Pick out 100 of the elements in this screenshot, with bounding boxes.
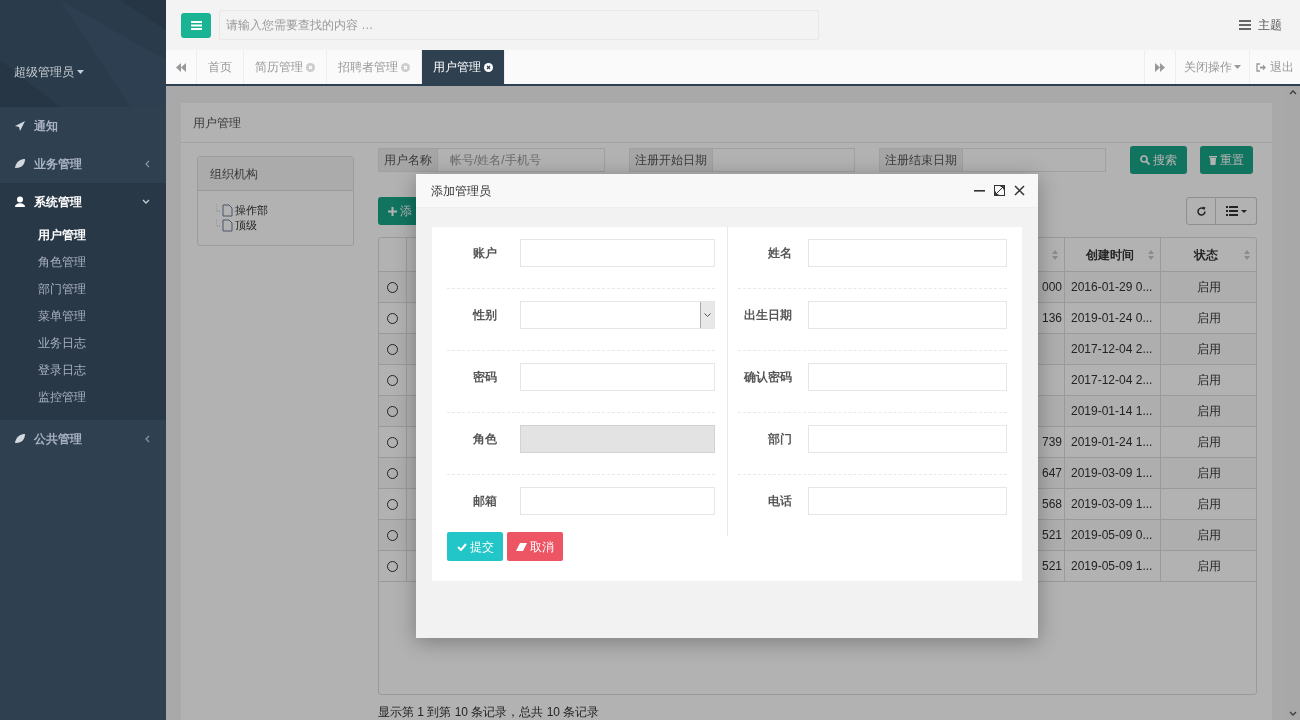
input-field[interactable]: [808, 301, 1007, 329]
table-cell-text: 2017-12-04 2...: [1071, 372, 1153, 389]
field-label: 性别: [471, 307, 497, 324]
caret-icon: [77, 69, 84, 74]
table-cell-text: 启用: [1196, 310, 1221, 327]
table-cell-text: 启用: [1196, 465, 1221, 482]
file-icon: [216, 219, 233, 232]
field-label: 角色: [472, 431, 497, 448]
table-cell-text: 启用: [1196, 434, 1221, 451]
logout-icon: [1256, 62, 1266, 72]
table-cell-text: 2019-03-09 1...: [1071, 465, 1153, 482]
field-label: 邮箱: [472, 493, 497, 510]
column-header[interactable]: 创建时间: [1071, 245, 1148, 264]
filter-field[interactable]: [713, 148, 855, 172]
column-header[interactable]: 状态: [1167, 245, 1244, 264]
table-cell-text: 2019-05-09 1...: [1071, 558, 1153, 575]
table-cell-text: 647: [1041, 465, 1062, 482]
field-label: 出生日期: [743, 307, 792, 324]
filter-field[interactable]: [963, 148, 1106, 172]
maximize-icon: [994, 185, 1005, 196]
close-button[interactable]: [1014, 185, 1025, 196]
tab[interactable]: 用户管理: [422, 50, 505, 84]
select-field[interactable]: [520, 301, 715, 329]
filter-label: 用户名称: [378, 148, 438, 172]
input-field[interactable]: [808, 425, 1007, 453]
refresh-button[interactable]: [1186, 197, 1216, 225]
table-cell-text: 启用: [1196, 403, 1221, 420]
search-field[interactable]: 请输入您需要查找的内容 …: [219, 10, 819, 40]
table-cell-text: 000: [1041, 279, 1062, 296]
user-icon: [14, 196, 26, 208]
field-label: 密码: [472, 369, 497, 386]
filter-field[interactable]: 帐号/姓名/手机号: [438, 148, 605, 172]
table-cell-text: 启用: [1196, 341, 1221, 358]
input-field[interactable]: [520, 239, 715, 267]
table-cell-text: 2019-03-09 1...: [1071, 496, 1153, 513]
maximize-button[interactable]: [994, 185, 1005, 196]
sidebar-item[interactable]: 公共管理: [0, 420, 166, 458]
sidebar-subitem[interactable]: 用户管理: [38, 225, 86, 244]
table-cell-text: 2019-01-14 1...: [1071, 403, 1153, 420]
sidebar-subitem[interactable]: 部门管理: [38, 279, 86, 298]
table-cell-text: 启用: [1196, 372, 1221, 389]
theme-icon: [1239, 20, 1251, 30]
leaf-icon: [14, 158, 26, 170]
plane-icon: [14, 120, 26, 132]
tree-node[interactable]: 操作部: [235, 202, 268, 219]
chevron-left-icon: [144, 435, 150, 443]
caret-icon: [1234, 65, 1241, 69]
plus-icon: [388, 206, 397, 216]
table-cell-text: 启用: [1196, 558, 1221, 575]
input-field[interactable]: [808, 239, 1007, 267]
double-left-icon: [176, 62, 186, 72]
columns-button[interactable]: [1216, 197, 1257, 225]
field-label: 电话: [767, 493, 792, 510]
table-cell-text: 2016-01-29 0...: [1071, 279, 1153, 296]
table-cell-text: 启用: [1196, 279, 1221, 296]
field-label: 账户: [472, 245, 497, 262]
file-icon: [216, 204, 233, 217]
chevron-left-icon: [144, 160, 150, 168]
table-cell-text: 739: [1041, 434, 1062, 451]
field-label: 确认密码: [742, 369, 792, 386]
profile-menu[interactable]: 超级管理员: [14, 62, 84, 81]
chevron-down-icon: [704, 313, 711, 317]
leaf-icon: [14, 433, 26, 445]
sidebar-subitem[interactable]: 菜单管理: [38, 306, 86, 325]
field-label: 姓名: [767, 245, 792, 262]
theme-link[interactable]: 主题: [1258, 16, 1282, 34]
sidebar-subitem[interactable]: 登录日志: [38, 360, 86, 379]
input-field[interactable]: [520, 487, 715, 515]
double-right-icon: [1155, 62, 1165, 72]
check-icon: [456, 542, 467, 551]
filter-label: 注册开始日期: [629, 148, 713, 172]
refresh-icon: [1195, 205, 1207, 217]
menu-button[interactable]: [181, 12, 211, 38]
sidebar-item[interactable]: 通知: [0, 107, 166, 145]
tree-node[interactable]: 顶级: [235, 217, 257, 234]
sidebar-subitem[interactable]: 角色管理: [38, 252, 86, 271]
chevron-down-icon: [142, 199, 150, 205]
table-cell-text: 521: [1041, 558, 1062, 575]
sidebar-subitem[interactable]: 业务日志: [38, 333, 86, 352]
table-cell-text: 136: [1041, 310, 1062, 327]
sidebar-item[interactable]: 系统管理: [0, 183, 166, 221]
pagination-info: 显示第 1 到第 10 条记录，总共 10 条记录: [378, 704, 601, 720]
table-cell-text: 568: [1041, 496, 1062, 513]
table-cell-text: 启用: [1196, 527, 1221, 544]
cancel-button[interactable]: 取消: [507, 532, 563, 561]
sort-icon: [1148, 249, 1154, 260]
table-cell-text: 2019-01-24 1...: [1071, 434, 1153, 451]
table-cell-text: 2019-01-24 0...: [1071, 310, 1153, 327]
sort-icon: [1244, 249, 1250, 260]
sidebar-subitem[interactable]: 监控管理: [38, 387, 86, 406]
input-field[interactable]: [808, 487, 1007, 515]
input-field[interactable]: [808, 363, 1007, 391]
table-cell-text: 2019-05-09 0...: [1071, 527, 1153, 544]
field-label: 部门: [767, 431, 792, 448]
tree-title: 组织机构: [210, 165, 258, 183]
sidebar-item[interactable]: 业务管理: [0, 145, 166, 183]
dialog-title: 添加管理员: [431, 182, 492, 200]
input-field[interactable]: [520, 363, 715, 391]
list-icon: [1225, 206, 1238, 216]
table-cell-text: 启用: [1196, 496, 1221, 513]
